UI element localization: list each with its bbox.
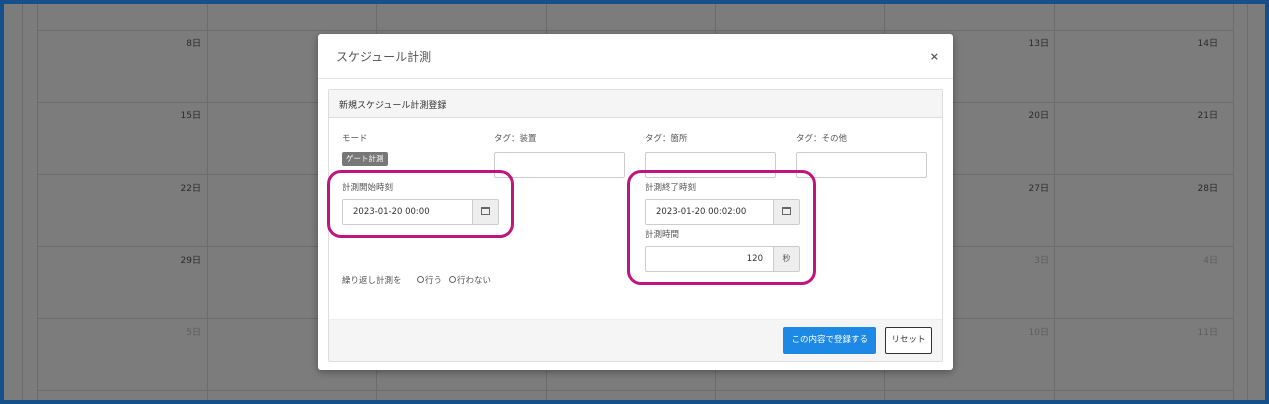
start-time-highlight (327, 170, 514, 238)
panel-heading-text: 新規スケジュール計測登録 (339, 101, 447, 111)
repeat-yes-radio[interactable]: 行う (417, 274, 442, 286)
reset-button[interactable]: リセット (885, 327, 932, 354)
repeat-no-label: 行わない (457, 276, 492, 286)
close-icon[interactable]: × (930, 50, 939, 63)
radio-icon[interactable] (449, 276, 456, 283)
repeat-yes-label: 行う (425, 276, 443, 286)
repeat-no-radio[interactable]: 行わない (449, 274, 491, 286)
mode-badge: ゲート計測 (342, 152, 388, 166)
tag-location-label: タグ：箇所 (645, 134, 688, 144)
mode-label: モード (342, 134, 368, 144)
panel-footer: この内容で登録する リセット (329, 319, 942, 361)
repeat-label: 繰り返し計測を (342, 276, 402, 286)
register-button[interactable]: この内容で登録する (783, 327, 876, 354)
modal-title: スケジュール計測 (336, 50, 432, 64)
tag-device-label: タグ：装置 (494, 134, 537, 144)
page-frame: 8日 13日 14日 15日 20日 21日 22日 27日 28日 29日 3… (4, 4, 1265, 400)
modal-header: スケジュール計測 × (318, 34, 953, 79)
panel-heading: 新規スケジュール計測登録 (329, 90, 942, 118)
radio-icon[interactable] (417, 276, 424, 283)
tag-device-input[interactable] (494, 152, 625, 178)
tag-other-label: タグ：その他 (796, 134, 848, 144)
end-time-highlight (627, 170, 816, 285)
tag-other-input[interactable] (796, 152, 927, 178)
